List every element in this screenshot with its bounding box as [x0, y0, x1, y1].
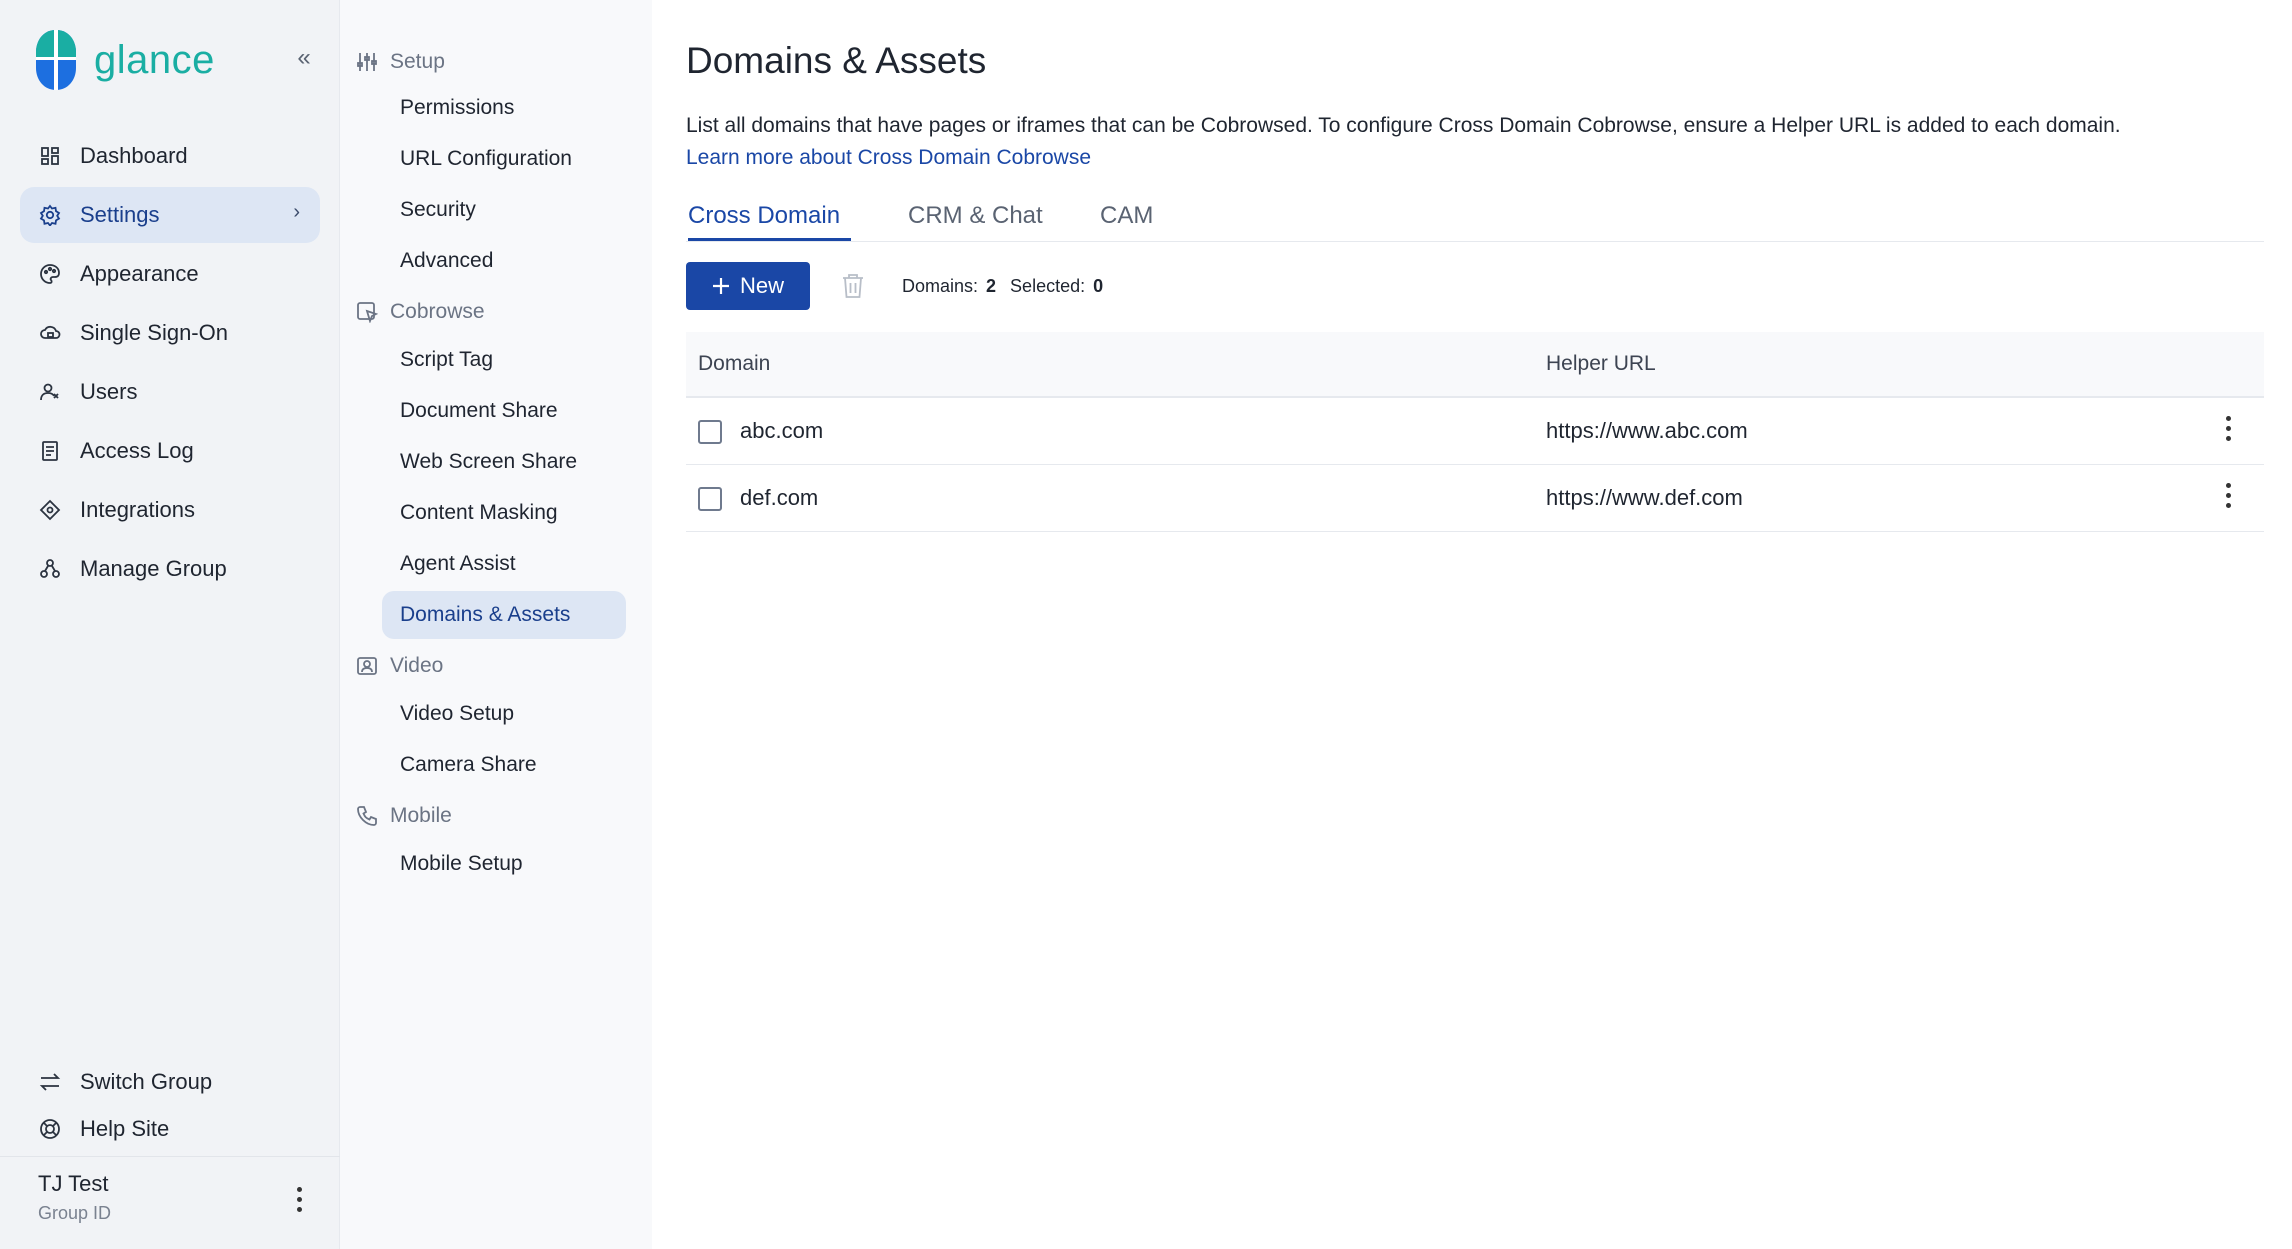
subnav-item-web-screen-share[interactable]: Web Screen Share — [382, 438, 626, 486]
nav-item-label: Users — [80, 379, 138, 404]
new-domain-button[interactable]: New — [686, 262, 810, 310]
page-title: Domains & Assets — [686, 40, 987, 81]
primary-nav: glance « Dashboard Settings › Appearance — [0, 0, 340, 1249]
video-icon — [357, 657, 377, 675]
row-menu-icon[interactable] — [2222, 416, 2234, 446]
nav-item-label: Manage Group — [80, 556, 227, 581]
nav-item-label: Single Sign-On — [80, 320, 228, 345]
column-header-helper-url[interactable]: Helper URL — [1546, 352, 1656, 376]
subnav-item-camera-share[interactable]: Camera Share — [382, 741, 626, 789]
section-header-cobrowse: Cobrowse — [356, 300, 485, 324]
log-icon — [38, 439, 62, 463]
learn-more-link[interactable]: Learn more about Cross Domain Cobrowse — [686, 146, 1091, 170]
chevrons-left-icon[interactable]: « — [290, 44, 318, 72]
nav-bottom: Switch Group Help Site — [20, 1060, 320, 1154]
subnav-item-video-setup[interactable]: Video Setup — [382, 690, 626, 738]
column-header-domain[interactable]: Domain — [698, 352, 770, 376]
group-icon — [38, 557, 62, 581]
user-name: TJ Test — [38, 1171, 109, 1196]
kebab-menu-icon[interactable] — [297, 1187, 302, 1217]
nav-item-help-site[interactable]: Help Site — [20, 1107, 320, 1151]
plus-icon — [712, 278, 729, 294]
section-header-video: Video — [356, 654, 443, 678]
user-profile[interactable]: TJ Test Group ID — [0, 1156, 340, 1249]
subnav-item-security[interactable]: Security — [382, 186, 626, 234]
helper-url-cell: https://www.def.com — [1546, 485, 1743, 510]
tab-cross-domain[interactable]: Cross Domain — [688, 202, 840, 230]
subnav-item-document-share[interactable]: Document Share — [382, 387, 626, 435]
nav-item-label: Integrations — [80, 497, 195, 522]
trash-icon[interactable] — [840, 272, 866, 300]
subnav-item-agent-assist[interactable]: Agent Assist — [382, 540, 626, 588]
logo[interactable]: glance — [34, 28, 215, 92]
subnav-item-permissions[interactable]: Permissions — [382, 84, 626, 132]
nav-item-dashboard[interactable]: Dashboard — [20, 128, 320, 184]
cloud-lock-icon — [38, 321, 62, 345]
nav-item-integrations[interactable]: Integrations — [20, 482, 320, 538]
selected-count: 0 — [1093, 276, 1104, 296]
nav-item-label: Help Site — [80, 1116, 170, 1141]
tab-cam[interactable]: CAM — [1100, 202, 1153, 230]
phone-icon — [357, 806, 377, 826]
tab-crm-chat[interactable]: CRM & Chat — [908, 202, 1043, 230]
sliders-icon — [357, 53, 377, 71]
nav-item-label: Dashboard — [80, 143, 188, 168]
nav-item-access-log[interactable]: Access Log — [20, 423, 320, 479]
cobrowse-icon — [357, 302, 378, 323]
nav-item-settings[interactable]: Settings › — [20, 187, 320, 243]
nav-item-manage-group[interactable]: Manage Group — [20, 541, 320, 597]
subnav-item-advanced[interactable]: Advanced — [382, 237, 626, 285]
table-row[interactable]: def.com https://www.def.com — [686, 465, 2264, 532]
domains-table: Domain Helper URL abc.com https://www.ab… — [686, 332, 2264, 532]
brand-name: glance — [94, 37, 215, 82]
nav-list: Dashboard Settings › Appearance Single S… — [20, 128, 320, 600]
domain-count: 2 — [986, 276, 997, 296]
integrations-icon — [38, 498, 62, 522]
switch-icon — [38, 1070, 62, 1094]
row-checkbox[interactable] — [698, 420, 722, 444]
table-row[interactable]: abc.com https://www.abc.com — [686, 398, 2264, 465]
domain-cell: abc.com — [740, 418, 824, 443]
subnav-item-url-configuration[interactable]: URL Configuration — [382, 135, 626, 183]
tab-bar: Cross Domain CRM & Chat CAM — [686, 196, 2264, 242]
page-description: List all domains that have pages or ifra… — [686, 114, 2121, 137]
nav-item-label: Switch Group — [80, 1069, 213, 1094]
nav-item-switch-group[interactable]: Switch Group — [20, 1060, 320, 1104]
row-checkbox[interactable] — [698, 487, 722, 511]
lifebuoy-icon — [38, 1117, 62, 1141]
row-menu-icon[interactable] — [2222, 483, 2234, 513]
users-icon — [38, 380, 62, 404]
dashboard-icon — [38, 144, 62, 168]
selection-counts: Domains: 2 Selected: 0 — [902, 276, 1104, 296]
nav-item-label: Settings — [80, 202, 160, 227]
nav-item-users[interactable]: Users — [20, 364, 320, 420]
chevron-right-icon: › — [293, 201, 300, 223]
active-tab-indicator — [688, 238, 851, 241]
section-header-mobile: Mobile — [356, 804, 452, 828]
nav-item-appearance[interactable]: Appearance — [20, 246, 320, 302]
nav-item-single-sign-on[interactable]: Single Sign-On — [20, 305, 320, 361]
section-header-setup: Setup — [356, 50, 445, 74]
user-group-id: Group ID — [38, 1203, 112, 1223]
subnav-item-domains-assets[interactable]: Domains & Assets — [382, 591, 626, 639]
nav-item-label: Appearance — [80, 261, 199, 286]
palette-icon — [38, 262, 62, 286]
subnav-item-mobile-setup[interactable]: Mobile Setup — [382, 840, 626, 888]
subnav-item-content-masking[interactable]: Content Masking — [382, 489, 626, 537]
nav-item-label: Access Log — [80, 438, 194, 463]
glance-logo-icon — [36, 30, 76, 90]
gear-icon — [38, 203, 62, 227]
table-header: Domain Helper URL — [686, 332, 2264, 398]
subnav-item-script-tag[interactable]: Script Tag — [382, 336, 626, 384]
helper-url-cell: https://www.abc.com — [1546, 418, 1748, 443]
domain-cell: def.com — [740, 485, 819, 510]
